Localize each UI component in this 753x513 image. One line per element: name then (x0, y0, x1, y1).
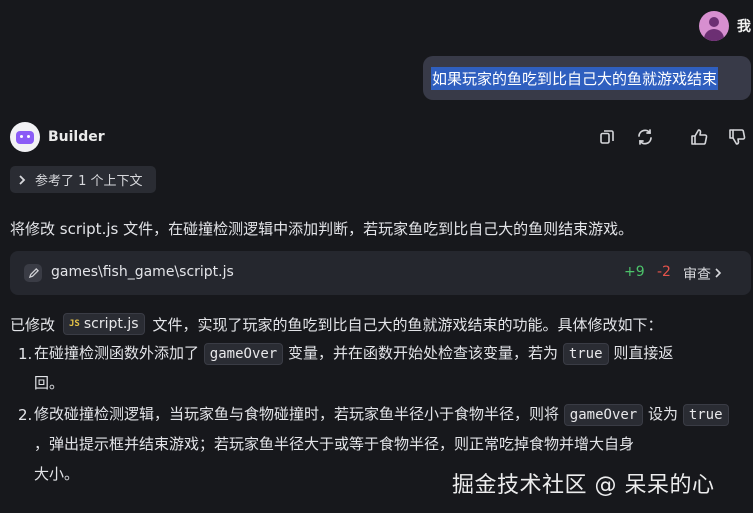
additions-count: +9 (624, 264, 645, 280)
list-item-text: 回。 (34, 374, 65, 392)
summary-prefix: 已修改 (10, 315, 56, 334)
inline-code: gameOver (563, 404, 644, 426)
inline-code: true (682, 404, 729, 426)
list-item-text: 修改碰撞检测逻辑，当玩家鱼与食物碰撞时，若玩家鱼半径小于食物半径，则将 (34, 405, 560, 423)
list-number: 2. (18, 406, 33, 424)
list-item: 在碰撞检测函数外添加了 gameOver 变量，并在函数开始处检查该变量，若为 … (34, 338, 746, 398)
review-label: 审查 (683, 267, 711, 283)
review-button[interactable]: 审查 (683, 264, 722, 284)
chevron-right-icon (714, 266, 722, 282)
copy-icon[interactable] (596, 126, 618, 148)
list-number: 1. (18, 345, 33, 363)
list-item-text: 设为 (648, 405, 679, 423)
list-item-text: ，弹出提示框并结束游戏；若玩家鱼半径大于或等于食物半径，则正常吃掉食物并增大自身 (34, 435, 635, 453)
thumbs-down-icon[interactable] (726, 126, 748, 148)
list-item-text: 大小。 (34, 465, 80, 483)
list-item-text: 在碰撞检测函数外添加了 (34, 344, 200, 362)
refresh-icon[interactable] (634, 126, 656, 148)
deletions-count: -2 (657, 264, 671, 280)
summary-text: 已修改 JS script.js 文件，实现了玩家的鱼吃到比自己大的鱼就游戏结束… (10, 313, 663, 335)
file-reference-name: script.js (83, 316, 139, 332)
file-change-card[interactable]: games\fish_game\script.js +9 -2 审查 (10, 251, 751, 295)
list-item-text: 则直接返 (613, 344, 674, 362)
chevron-right-icon (18, 174, 26, 185)
edit-file-icon (24, 264, 42, 282)
user-avatar (699, 11, 729, 41)
robot-icon (16, 130, 34, 144)
intro-text: 将修改 script.js 文件，在碰撞检测逻辑中添加判断，若玩家鱼吃到比自己大… (10, 220, 634, 238)
bot-avatar (10, 122, 40, 152)
file-path: games\fish_game\script.js (51, 264, 234, 280)
user-message-text: 如果玩家的鱼吃到比自己大的鱼就游戏结束 (431, 66, 719, 90)
thumbs-up-icon[interactable] (688, 126, 710, 148)
summary-suffix: 文件，实现了玩家的鱼吃到比自己大的鱼就游戏结束的功能。具体修改如下： (152, 315, 663, 334)
user-name: 我 (737, 19, 751, 35)
inline-code: gameOver (203, 343, 284, 365)
file-reference-chip[interactable]: JS script.js (63, 313, 145, 335)
javascript-file-icon: JS (69, 319, 80, 329)
list-item-text: 变量，并在函数开始处检查该变量，若为 (288, 344, 559, 362)
bot-name: Builder (48, 129, 105, 145)
watermark: 掘金技术社区 @ 呆呆的心 (452, 473, 715, 498)
inline-code: true (562, 343, 609, 365)
user-message-bubble: 如果玩家的鱼吃到比自己大的鱼就游戏结束 (423, 56, 751, 100)
context-reference-chip[interactable]: 参考了 1 个上下文 (10, 166, 156, 193)
context-chip-label: 参考了 1 个上下文 (35, 174, 143, 189)
